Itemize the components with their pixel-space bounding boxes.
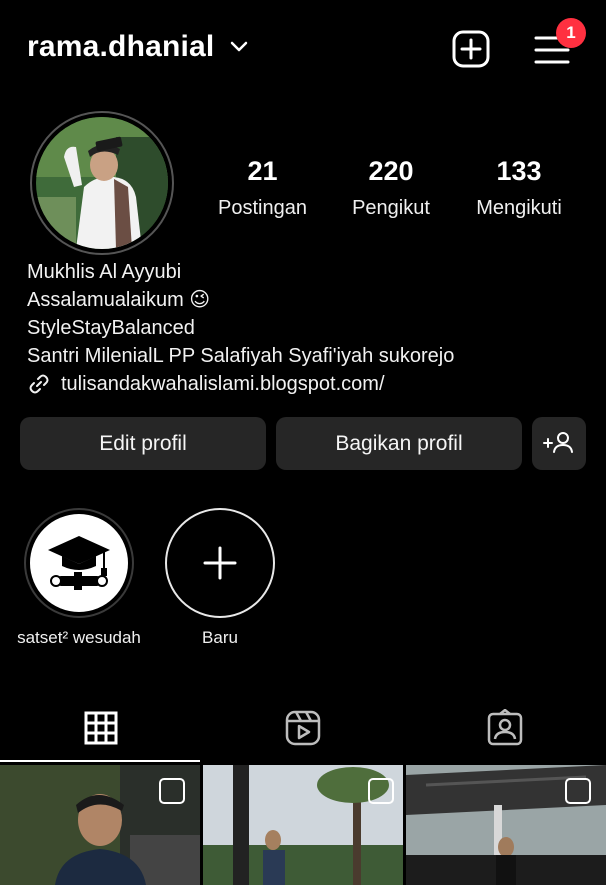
tab-reels[interactable] [202, 690, 404, 765]
highlight-cover [24, 508, 134, 618]
stat-posts[interactable]: 21 Postingan [210, 156, 315, 220]
posts-label: Postingan [218, 197, 307, 219]
bio-line-3: Santri MilenialL PP Salafiyah Syafi'iyah… [27, 345, 455, 367]
top-bar: rama.dhanial 1 [0, 0, 606, 100]
stat-followers[interactable]: 220 Pengikut [342, 156, 440, 220]
graduation-cap-icon [30, 514, 128, 612]
post-thumbnail[interactable] [203, 765, 403, 885]
active-tab-indicator [0, 760, 200, 762]
chevron-down-icon[interactable] [230, 40, 248, 54]
grid-icon [84, 711, 118, 744]
display-name: Mukhlis Al Ayyubi [27, 261, 182, 283]
posts-grid [0, 765, 606, 885]
highlight-new[interactable]: Baru [165, 508, 275, 648]
tagged-icon [487, 708, 523, 745]
post-thumbnail[interactable] [0, 765, 200, 885]
tab-tagged[interactable] [404, 690, 606, 765]
posts-count: 21 [247, 156, 278, 186]
edit-profile-button[interactable]: Edit profil [20, 417, 266, 470]
bio-line-1: Assalamualaikum 😉 [27, 289, 211, 311]
link-icon [29, 374, 49, 394]
create-post-icon[interactable] [451, 29, 491, 69]
plus-icon [203, 546, 237, 580]
following-count: 133 [496, 156, 542, 186]
followers-label: Pengikut [352, 197, 430, 219]
tab-posts[interactable] [0, 690, 202, 765]
username[interactable]: rama.dhanial [27, 30, 214, 64]
discover-people-button[interactable] [532, 417, 586, 470]
profile-tabs [0, 690, 606, 765]
bio: Mukhlis Al Ayyubi Assalamualaikum 😉 Styl… [27, 258, 454, 398]
avatar[interactable] [36, 117, 168, 249]
bio-link[interactable]: tulisandakwahalislami.blogspot.com/ [27, 370, 454, 398]
highlight-satset[interactable]: satset² wesudah [9, 508, 149, 648]
reels-icon [285, 710, 321, 745]
share-profile-button[interactable]: Bagikan profil [276, 417, 522, 470]
highlight-label: Baru [202, 628, 238, 647]
followers-count: 220 [368, 156, 414, 186]
bio-line-2: StyleStayBalanced [27, 317, 195, 339]
post-thumbnail[interactable] [406, 765, 606, 885]
new-highlight-circle [165, 508, 275, 618]
notification-badge: 1 [556, 18, 586, 48]
highlight-label: satset² wesudah [17, 628, 141, 647]
bio-link-text[interactable]: tulisandakwahalislami.blogspot.com/ [61, 370, 385, 398]
add-person-icon [543, 432, 573, 453]
following-label: Mengikuti [476, 197, 562, 219]
stat-following[interactable]: 133 Mengikuti [466, 156, 572, 220]
